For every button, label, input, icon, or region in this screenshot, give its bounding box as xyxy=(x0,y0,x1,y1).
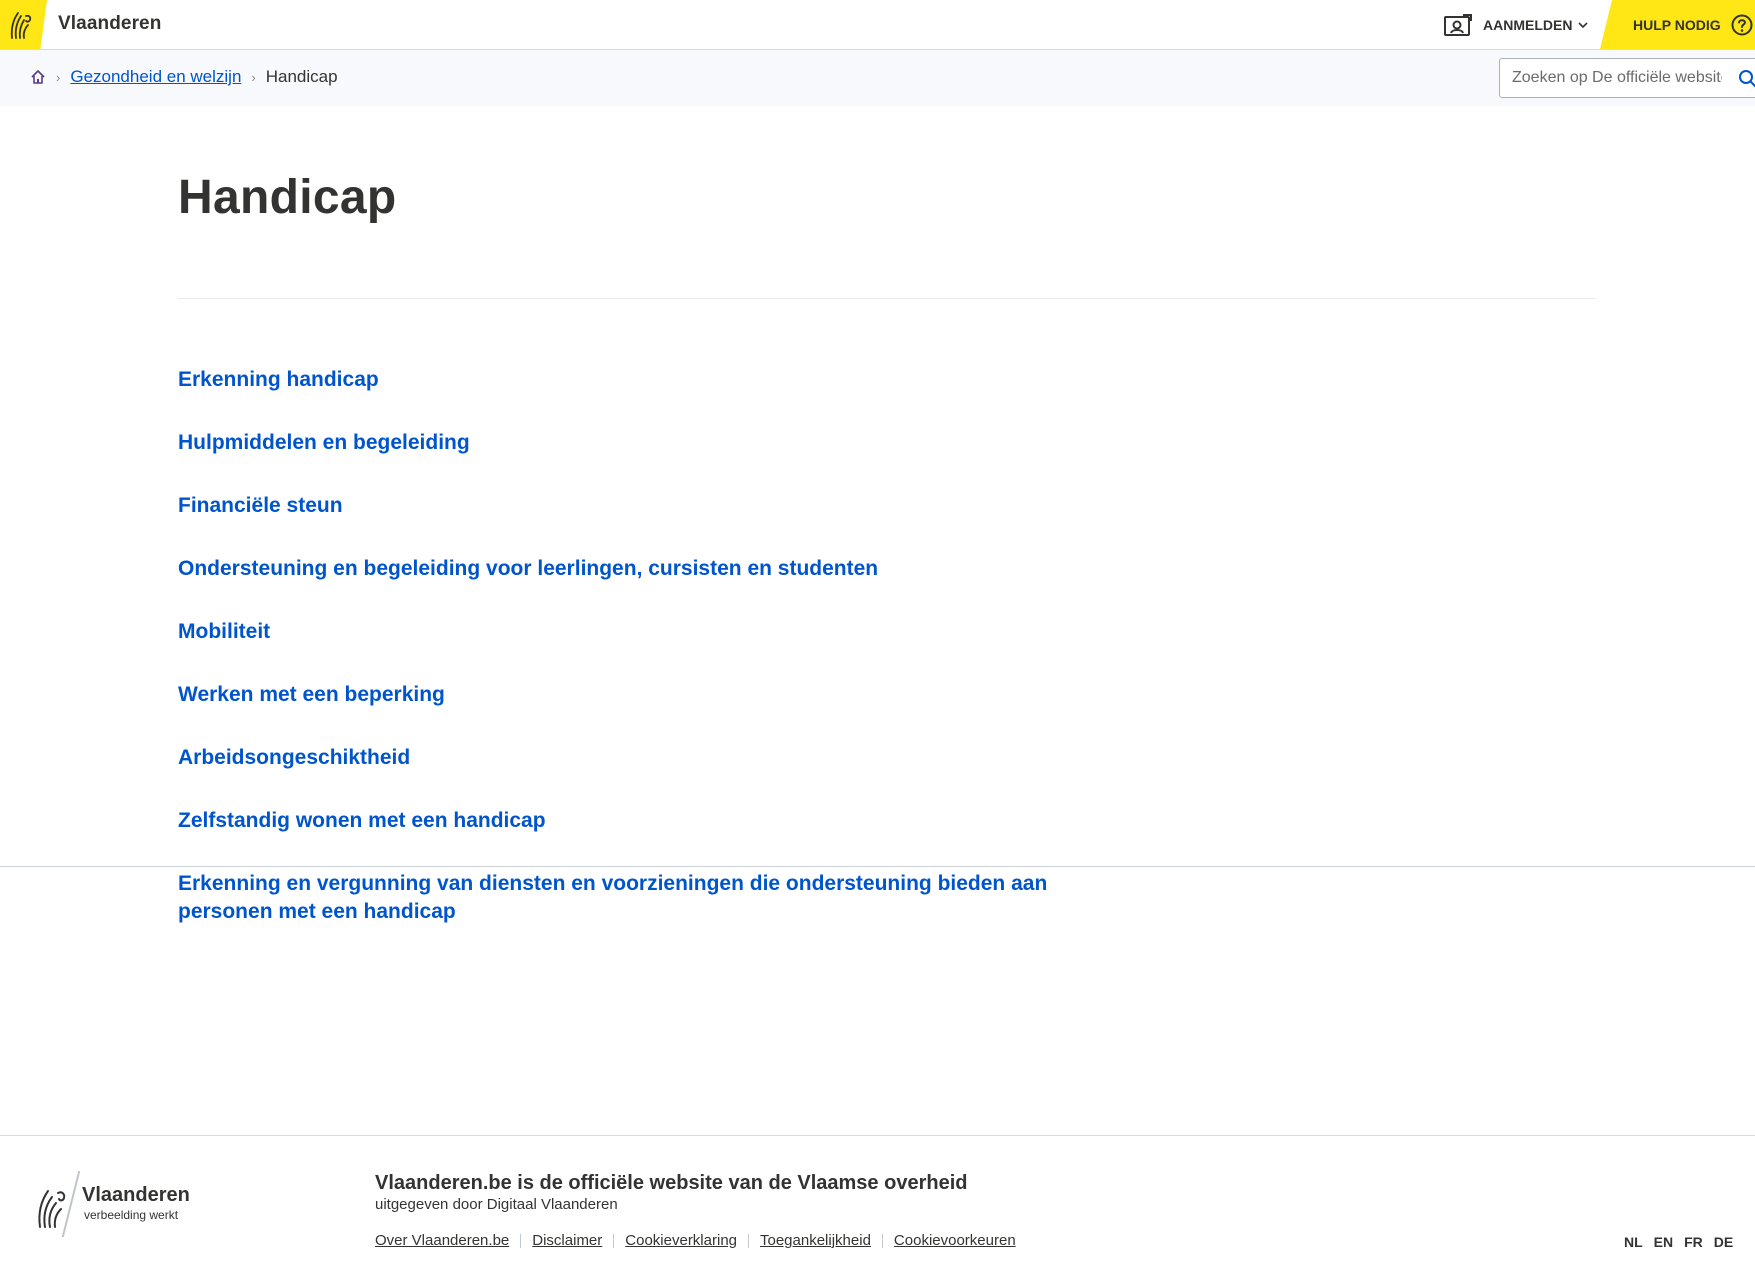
search-input[interactable] xyxy=(1512,69,1722,87)
help-label: HULP NODIG xyxy=(1633,16,1721,33)
topic-link-financiele-steun[interactable]: Financiële steun xyxy=(178,492,1078,520)
topic-link-werken[interactable]: Werken met een beperking xyxy=(178,681,1078,709)
topic-link-erkenning-diensten[interactable]: Erkenning en vergunning van diensten en … xyxy=(178,870,1078,926)
title-divider xyxy=(178,298,1596,299)
breadcrumb-link-parent[interactable]: Gezondheid en welzijn xyxy=(70,67,241,87)
footer-tagline: verbeelding werkt xyxy=(84,1208,179,1222)
site-name[interactable]: Vlaanderen xyxy=(58,13,161,35)
topic-link-erkenning-handicap[interactable]: Erkenning handicap xyxy=(178,366,1078,394)
footer-subtitle: uitgegeven door Digitaal Vlaanderen xyxy=(375,1196,618,1213)
flemish-lion-icon xyxy=(38,1190,66,1228)
footer-links: Over Vlaanderen.be Disclaimer Cookieverk… xyxy=(375,1232,1016,1249)
topic-link-arbeidsongeschiktheid[interactable]: Arbeidsongeschiktheid xyxy=(178,744,1078,772)
language-switcher: NL EN FR DE xyxy=(1624,1234,1733,1250)
home-icon[interactable] xyxy=(30,69,46,85)
chevron-down-icon xyxy=(1578,22,1589,29)
footer-title: Vlaanderen.be is de officiële website va… xyxy=(375,1172,968,1194)
breadcrumb-current: Handicap xyxy=(265,67,338,86)
footer-link-cookieverklaring[interactable]: Cookieverklaring xyxy=(625,1232,737,1249)
footer-link-cookievoorkeuren[interactable]: Cookievoorkeuren xyxy=(894,1232,1016,1249)
topic-link-hulpmiddelen[interactable]: Hulpmiddelen en begeleiding xyxy=(178,429,1078,457)
language-fr[interactable]: FR xyxy=(1684,1234,1703,1250)
link-separator xyxy=(748,1233,749,1248)
link-separator xyxy=(520,1233,522,1248)
breadcrumb-bar: › Gezondheid en welzijn › Handicap xyxy=(0,50,1755,106)
question-circle-icon xyxy=(1731,14,1753,35)
footer-brand: Vlaanderen xyxy=(82,1184,190,1206)
vlaanderen-logo[interactable] xyxy=(0,0,47,49)
login-button[interactable]: AANMELDEN xyxy=(1443,12,1589,38)
footer-link-disclaimer[interactable]: Disclaimer xyxy=(532,1232,602,1249)
site-header: Vlaanderen AANMELDEN HULP NODIG xyxy=(0,0,1755,50)
language-nl[interactable]: NL xyxy=(1624,1234,1643,1250)
topic-link-ondersteuning-onderwijs[interactable]: Ondersteuning en begeleiding voor leerli… xyxy=(178,555,1078,583)
chevron-right-icon: › xyxy=(251,69,256,85)
login-label: AANMELDEN xyxy=(1483,17,1573,33)
link-separator xyxy=(613,1233,615,1248)
footer-link-toegankelijkheid[interactable]: Toegankelijkheid xyxy=(760,1232,871,1249)
flemish-lion-icon xyxy=(10,12,32,39)
footer-link-over[interactable]: Over Vlaanderen.be xyxy=(375,1232,509,1249)
topic-link-mobiliteit[interactable]: Mobiliteit xyxy=(178,618,1078,646)
link-separator xyxy=(881,1233,883,1248)
language-de[interactable]: DE xyxy=(1714,1234,1733,1250)
page-title: Handicap xyxy=(178,171,397,224)
search-icon[interactable] xyxy=(1738,69,1755,89)
breadcrumb: › Gezondheid en welzijn › Handicap xyxy=(30,67,338,87)
help-button[interactable]: HULP NODIG xyxy=(1600,0,1755,49)
chevron-right-icon: › xyxy=(56,69,61,85)
login-id-card-icon xyxy=(1444,14,1472,36)
site-footer: Vlaanderen verbeelding werkt Vlaanderen.… xyxy=(0,1135,1755,1283)
language-en[interactable]: EN xyxy=(1654,1234,1673,1250)
topic-link-zelfstandig-wonen[interactable]: Zelfstandig wonen met een handicap xyxy=(178,807,1078,835)
topic-link-list: Erkenning handicap Hulpmiddelen en begel… xyxy=(178,366,1078,926)
search-box[interactable] xyxy=(1499,58,1755,98)
section-rule xyxy=(0,866,1755,867)
